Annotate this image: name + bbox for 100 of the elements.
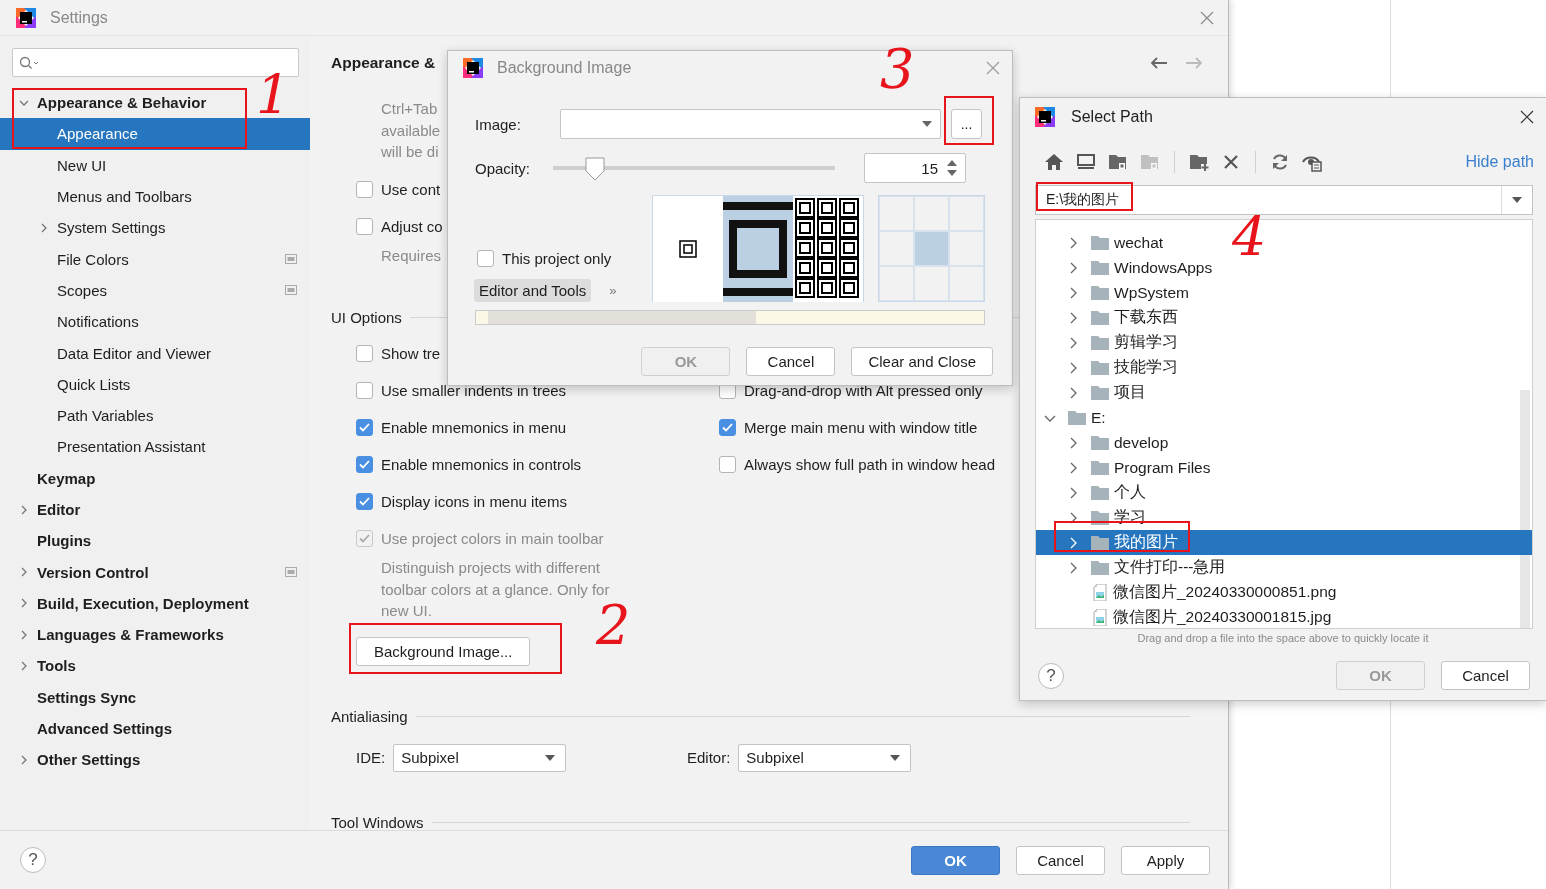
sidebar-item[interactable]: Editor: [0, 493, 85, 526]
folder-icon: [1091, 335, 1109, 350]
new-folder-icon[interactable]: [1189, 152, 1209, 172]
spinner-arrows-icon[interactable]: [946, 159, 958, 177]
dialog-button[interactable]: Clear and Close: [851, 347, 993, 376]
sidebar-item[interactable]: Advanced Settings: [0, 712, 177, 745]
slider-thumb[interactable]: [584, 157, 607, 181]
dialog-button[interactable]: Cancel: [746, 347, 836, 376]
checkbox[interactable]: [719, 456, 736, 473]
sidebar-item[interactable]: Scopes: [0, 274, 112, 307]
tree-item[interactable]: 个人: [1036, 480, 1150, 505]
section-title: UI Options: [331, 308, 402, 326]
checkbox[interactable]: [356, 419, 373, 436]
close-icon[interactable]: [1520, 110, 1534, 124]
field-label: Image:: [475, 115, 522, 133]
section-title: Antialiasing: [331, 708, 408, 725]
anchor-cell[interactable]: [914, 196, 949, 231]
sidebar-item[interactable]: Other Settings: [0, 744, 145, 776]
browse-button[interactable]: ...: [951, 109, 982, 139]
folder-icon[interactable]: [1108, 152, 1128, 172]
help-button[interactable]: ?: [20, 847, 46, 873]
sidebar-item[interactable]: Languages & Frameworks: [0, 619, 228, 651]
sidebar-item[interactable]: Settings Sync: [0, 681, 141, 713]
back-arrow-icon[interactable]: [1150, 56, 1168, 70]
sidebar-item[interactable]: Appearance: [0, 118, 310, 150]
folder-icon: [1091, 235, 1109, 250]
dropdown[interactable]: Subpixel: [738, 743, 912, 772]
sidebar-item[interactable]: Tools: [0, 650, 80, 682]
folder-icon: [1091, 485, 1109, 500]
fill-mode-option[interactable]: [723, 196, 793, 302]
tree-item[interactable]: 我的图片: [1036, 530, 1532, 555]
anchor-cell[interactable]: [914, 266, 949, 301]
tree-item[interactable]: WpSystem: [1036, 280, 1193, 305]
tree-item[interactable]: 项目: [1036, 380, 1150, 405]
hide-path-link[interactable]: Hide path: [1465, 153, 1534, 171]
tree-item[interactable]: 微信图片_20240330000851.png: [1036, 580, 1341, 605]
tree-item[interactable]: 技能学习: [1036, 355, 1182, 380]
annotation-number-overlay: 4: [1232, 216, 1267, 260]
tree-item[interactable]: WindowsApps: [1036, 255, 1217, 280]
refresh-icon[interactable]: [1270, 152, 1290, 172]
checkbox[interactable]: [719, 419, 736, 436]
dialog-button[interactable]: Cancel: [1016, 845, 1105, 875]
opacity-spinner[interactable]: 15: [864, 153, 966, 183]
sidebar-item[interactable]: Data Editor and Viewer: [0, 337, 215, 369]
tree-item[interactable]: E:: [1036, 405, 1110, 430]
search-icon: [19, 55, 39, 70]
tree-item[interactable]: develop: [1036, 430, 1173, 455]
sidebar-item[interactable]: New UI: [0, 149, 111, 181]
more-tabs-button[interactable]: »: [609, 283, 617, 298]
background-image-button[interactable]: Background Image...: [356, 636, 531, 666]
checkbox[interactable]: [356, 180, 373, 198]
checkbox[interactable]: [356, 493, 373, 510]
caret-icon[interactable]: [922, 121, 932, 127]
sidebar-item[interactable]: Version Control: [0, 556, 153, 588]
path-field[interactable]: E:\我的图片: [1035, 185, 1533, 215]
folder-icon: [1091, 560, 1109, 575]
tree-item[interactable]: 下载东西: [1036, 305, 1182, 330]
home-icon[interactable]: [1044, 152, 1064, 172]
anchor-cell[interactable]: [949, 196, 984, 231]
checkbox[interactable]: [356, 456, 373, 473]
sidebar-item[interactable]: Path Variables: [0, 399, 158, 432]
fill-mode-option[interactable]: [653, 196, 723, 302]
sidebar-item[interactable]: Build, Execution, Deployment: [0, 587, 253, 620]
ok-button[interactable]: OK: [911, 845, 1000, 875]
hint-text: Ctrl+Tab available will be di: [381, 99, 441, 162]
monitor-icon[interactable]: [1076, 152, 1096, 172]
dialog-button[interactable]: Cancel: [1441, 661, 1530, 690]
dropdown[interactable]: Subpixel: [393, 743, 567, 772]
sidebar-item[interactable]: Presentation Assistant: [0, 431, 210, 463]
app-logo-icon: [1035, 107, 1055, 127]
tree-item[interactable]: wechat: [1036, 230, 1168, 255]
checkbox[interactable]: [477, 250, 494, 267]
sidebar-item[interactable]: Quick Lists: [0, 368, 135, 400]
help-button[interactable]: ?: [1038, 662, 1064, 689]
tree-item[interactable]: 文件打印---急用: [1036, 555, 1230, 580]
fill-mode-option[interactable]: [793, 196, 863, 302]
checkbox-label: Enable mnemonics in menu: [381, 419, 567, 436]
tree-item[interactable]: 剪辑学习: [1036, 330, 1182, 355]
sidebar-item[interactable]: File Colors: [0, 243, 133, 275]
sidebar-item[interactable]: System Settings: [0, 212, 170, 244]
tree-item[interactable]: 微信图片_20240330001815.jpg: [1036, 605, 1336, 628]
tab[interactable]: Editor and Tools: [474, 279, 592, 302]
checkbox[interactable]: [356, 345, 373, 362]
sidebar-item[interactable]: Appearance & Behavior: [0, 87, 211, 119]
sidebar-item[interactable]: Menus and Toolbars: [0, 180, 196, 213]
checkbox[interactable]: [356, 382, 373, 399]
anchor-cell[interactable]: [949, 231, 984, 266]
sidebar-item[interactable]: Keymap: [0, 462, 100, 494]
caret-icon[interactable]: [1512, 197, 1522, 203]
checkbox[interactable]: [356, 217, 373, 235]
tree-item[interactable]: Program Files: [1036, 455, 1215, 480]
anchor-cell[interactable]: [879, 196, 914, 231]
anchor-cell[interactable]: [914, 231, 949, 266]
anchor-cell[interactable]: [949, 266, 984, 301]
anchor-cell[interactable]: [879, 231, 914, 266]
sidebar-item[interactable]: Plugins: [0, 525, 96, 557]
dialog-button[interactable]: Apply: [1121, 845, 1210, 875]
field-label: IDE:: [356, 749, 386, 766]
anchor-cell[interactable]: [879, 266, 914, 301]
sidebar-item[interactable]: Notifications: [0, 306, 143, 338]
